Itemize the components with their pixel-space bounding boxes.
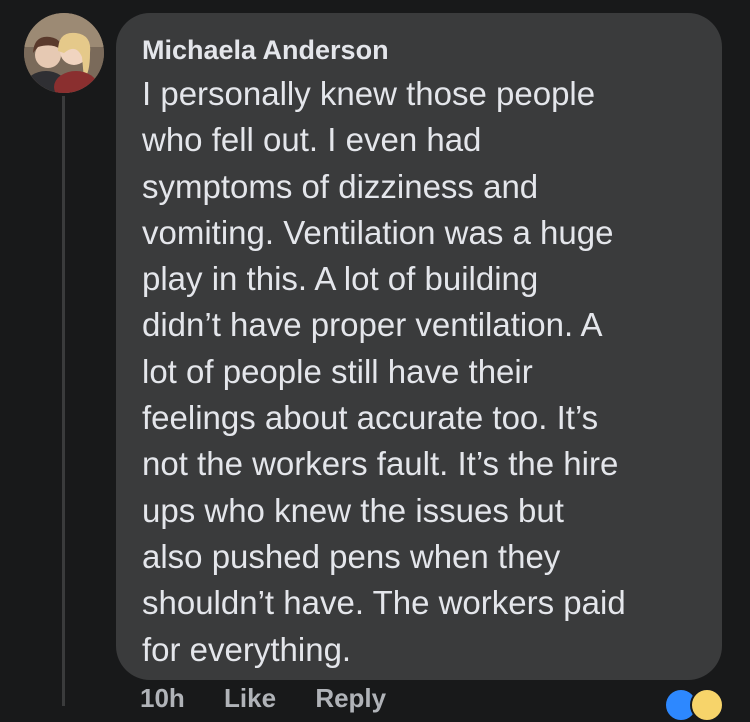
comment-text-line: ups who knew the issues but [142, 491, 564, 529]
comment-text: I personally knew those people who fell … [142, 71, 696, 673]
comment-bubble: Michaela Anderson I personally knew thos… [116, 13, 722, 680]
comment-text-line: feelings about accurate too. It’s [142, 399, 599, 437]
comment-text-line: also pushed pens when they [142, 537, 561, 575]
comment-author-name[interactable]: Michaela Anderson [142, 33, 696, 67]
reply-button[interactable]: Reply [315, 683, 386, 713]
like-button[interactable]: Like [224, 683, 276, 713]
comment-text-line: I personally knew those people [142, 75, 596, 112]
comment-text-line: shouldn’t have. The workers paid [142, 584, 626, 622]
comment-timestamp[interactable]: 10h [140, 683, 185, 713]
comment-text-line: didn’t have proper ventilation. A [142, 306, 603, 344]
haha-reaction-icon [690, 688, 724, 722]
comment-text-line: lot of people still have their [142, 352, 533, 390]
reply-thread-line [62, 96, 65, 706]
comment-text-line: for everything. [142, 630, 352, 668]
comment-text-line: play in this. A lot of building [142, 260, 539, 298]
reaction-summary[interactable] [664, 688, 728, 722]
comment-text-line: who fell out. I even had [142, 121, 482, 159]
comment-text-line: not the workers fault. It’s the hire [142, 445, 619, 483]
avatar[interactable] [24, 13, 104, 93]
comment-text-line: vomiting. Ventilation was a huge [142, 213, 614, 251]
avatar-photo-icon [24, 13, 104, 93]
comment-text-line: symptoms of dizziness and [142, 167, 539, 205]
